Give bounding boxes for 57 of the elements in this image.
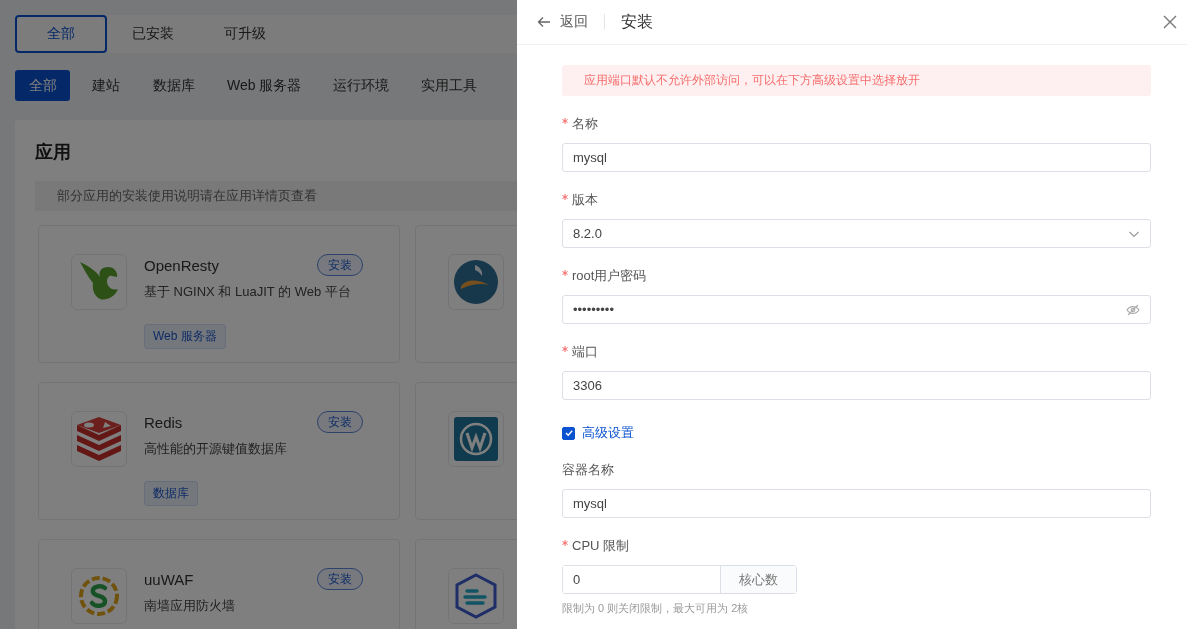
checkbox-label[interactable]: 高级设置 <box>582 424 634 442</box>
password-field[interactable]: ••••••••• <box>562 295 1151 324</box>
notice-bar: 部分应用的安装使用说明请在应用详情页查看 <box>35 181 517 211</box>
app-card[interactable]: uuWAF 安装 南墙应用防火墙 <box>38 539 400 629</box>
input-field[interactable]: mysql <box>562 489 1151 518</box>
category-tab[interactable]: 实用工具 <box>409 70 490 101</box>
category-tab[interactable]: Web 服务器 <box>215 70 314 101</box>
status-tab[interactable]: 可升级 <box>199 15 291 53</box>
back-arrow-icon <box>537 15 551 29</box>
install-button[interactable]: 安装 <box>317 568 363 590</box>
drawer-title: 安装 <box>621 11 653 32</box>
category-tag: Web 服务器 <box>144 324 226 349</box>
field-label: 端口 <box>572 343 598 361</box>
category-tab[interactable]: 数据库 <box>141 70 207 101</box>
required-asterisk-icon <box>562 194 568 200</box>
input-field[interactable]: mysql <box>562 143 1151 172</box>
required-asterisk-icon <box>562 346 568 352</box>
input-field[interactable]: 3306 <box>562 371 1151 400</box>
field-hint: 限制为 0 则关闭限制，最大可用为 2核 <box>562 601 750 616</box>
category-tab[interactable]: 运行环境 <box>321 70 402 101</box>
stacked-layers-icon <box>75 417 123 461</box>
field-label: 名称 <box>572 115 598 133</box>
back-button[interactable]: 返回 <box>537 13 588 31</box>
install-button[interactable]: 安装 <box>317 411 363 433</box>
status-tab[interactable]: 已安装 <box>107 15 199 53</box>
unit-suffix: 核心数 <box>721 566 796 593</box>
app-description: 基于 NGINX 和 LuaJIT 的 Web 平台 <box>144 283 352 301</box>
app-description: 南墙应用防火墙 <box>144 597 236 615</box>
app-name: Redis <box>144 413 183 431</box>
required-asterisk-icon <box>562 118 568 124</box>
cpu-limit-field[interactable]: 0 核心数 <box>562 565 797 594</box>
install-button[interactable]: 安装 <box>317 254 363 276</box>
field-label: CPU 限制 <box>572 537 630 555</box>
app-name: OpenResty <box>144 256 220 274</box>
shield-s-icon <box>77 574 121 618</box>
category-tab[interactable]: 全部 <box>15 70 70 101</box>
version-select[interactable]: 8.2.0 <box>562 219 1151 248</box>
hexagon-icon <box>455 573 497 619</box>
field-label: 容器名称 <box>562 461 614 479</box>
app-description: 高性能的开源键值数据库 <box>144 440 288 458</box>
eye-hidden-icon[interactable] <box>1126 303 1140 316</box>
required-asterisk-icon <box>562 540 568 546</box>
checkbox[interactable] <box>562 426 575 440</box>
field-label: root用户密码 <box>572 267 647 285</box>
app-card[interactable]: OpenResty 安装 基于 NGINX 和 LuaJIT 的 Web 平台 Web 服务器 <box>38 225 400 363</box>
required-asterisk-icon <box>562 270 568 276</box>
app-name: uuWAF <box>144 570 194 588</box>
field-label: 版本 <box>572 191 598 209</box>
category-tab[interactable]: 建站 <box>78 70 133 101</box>
status-tab[interactable]: 全部 <box>15 15 107 53</box>
app-card[interactable]: Redis 安装 高性能的开源键值数据库 数据库 <box>38 382 400 520</box>
warning-alert: 应用端口默认不允许外部访问，可以在下方高级设置中选择放开 <box>562 65 1151 96</box>
check-icon <box>563 428 574 438</box>
close-button[interactable] <box>1163 15 1177 29</box>
cpu-input[interactable]: 0 <box>563 566 721 593</box>
category-tag: 数据库 <box>144 481 198 506</box>
panel-title: 应用 <box>35 141 72 164</box>
